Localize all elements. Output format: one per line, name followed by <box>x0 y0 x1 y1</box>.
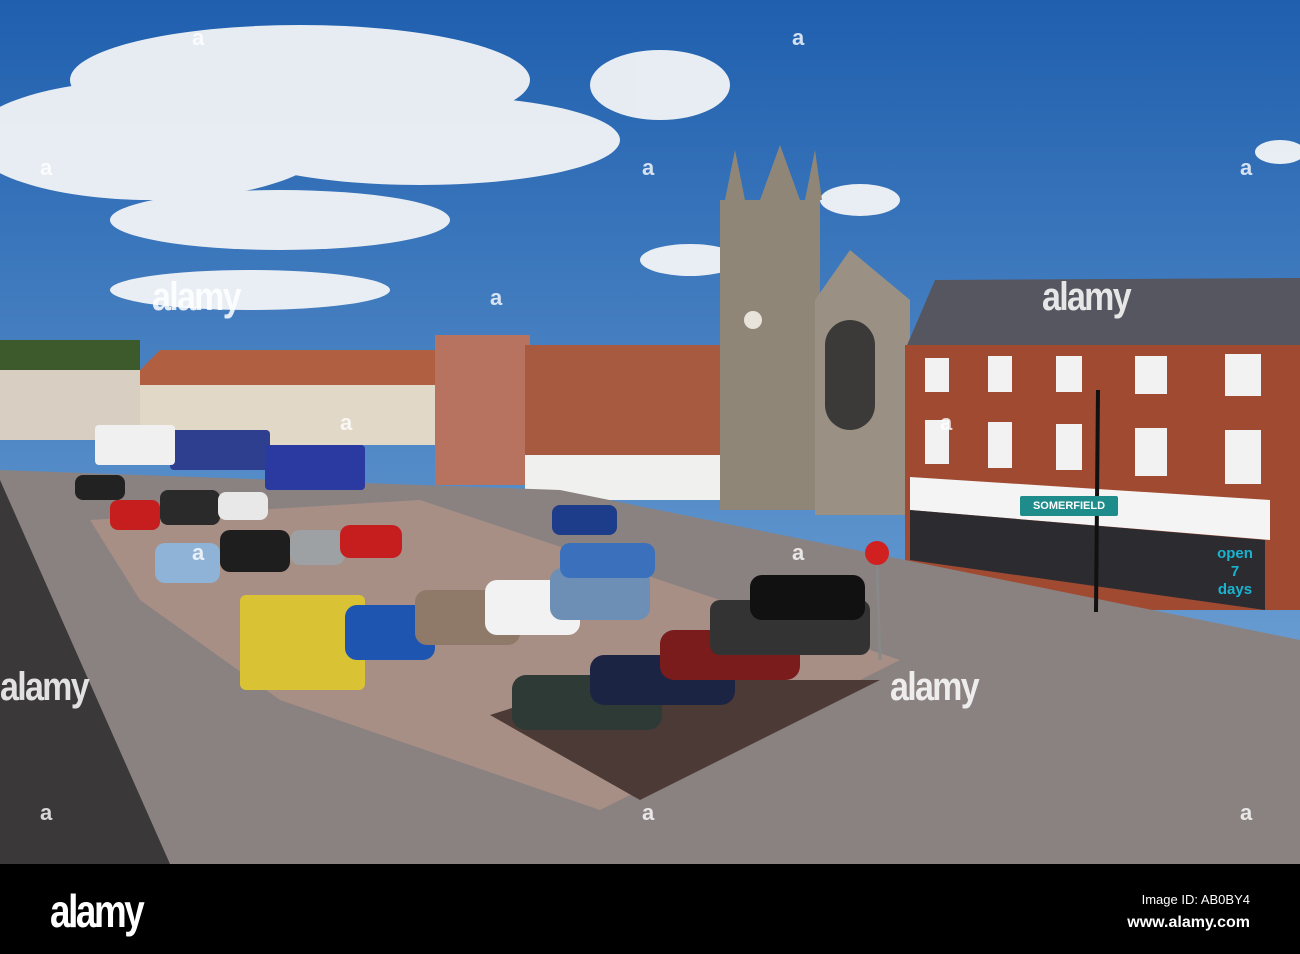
watermark-mark: a <box>1240 155 1253 180</box>
watermark-mark: a <box>940 410 953 435</box>
watermark-mark: a <box>192 540 205 565</box>
footer-bar: alamy Image ID: AB0BY4 www.alamy.com <box>0 864 1300 954</box>
photo-town-square: SOMERFIELD open 7 days alamy alamy alamy… <box>0 0 1300 864</box>
somerfield-sign: SOMERFIELD <box>1020 496 1118 516</box>
watermark-mark: a <box>1240 800 1253 825</box>
site-url[interactable]: www.alamy.com <box>1127 914 1250 932</box>
watermark-mark: a <box>642 155 655 180</box>
watermark-logo: alamy <box>152 275 242 319</box>
watermark-logo: alamy <box>0 665 90 709</box>
scene-illustration <box>0 0 1300 864</box>
watermark-logo: alamy <box>1042 275 1132 319</box>
window-line-2: 7 <box>1230 563 1240 580</box>
no-entry-sign <box>865 541 889 565</box>
bank-building <box>435 335 530 485</box>
watermark-mark: a <box>490 285 503 310</box>
window-line-3: days <box>1217 581 1253 598</box>
watermark-mark: a <box>642 800 655 825</box>
image-id: Image ID: AB0BY4 <box>1141 892 1250 907</box>
watermark-mark: a <box>340 410 353 435</box>
shop-window-text: open 7 days <box>1205 545 1265 599</box>
watermark-mark: a <box>192 25 205 50</box>
church-tower <box>720 200 820 510</box>
watermark-mark: a <box>792 540 805 565</box>
footer-logo: alamy <box>50 885 145 937</box>
watermark-mark: a <box>40 155 53 180</box>
window-line-1: open <box>1217 545 1253 562</box>
watermark-mark: a <box>40 800 53 825</box>
watermark-logo: alamy <box>890 665 980 709</box>
watermark-mark: a <box>792 25 805 50</box>
